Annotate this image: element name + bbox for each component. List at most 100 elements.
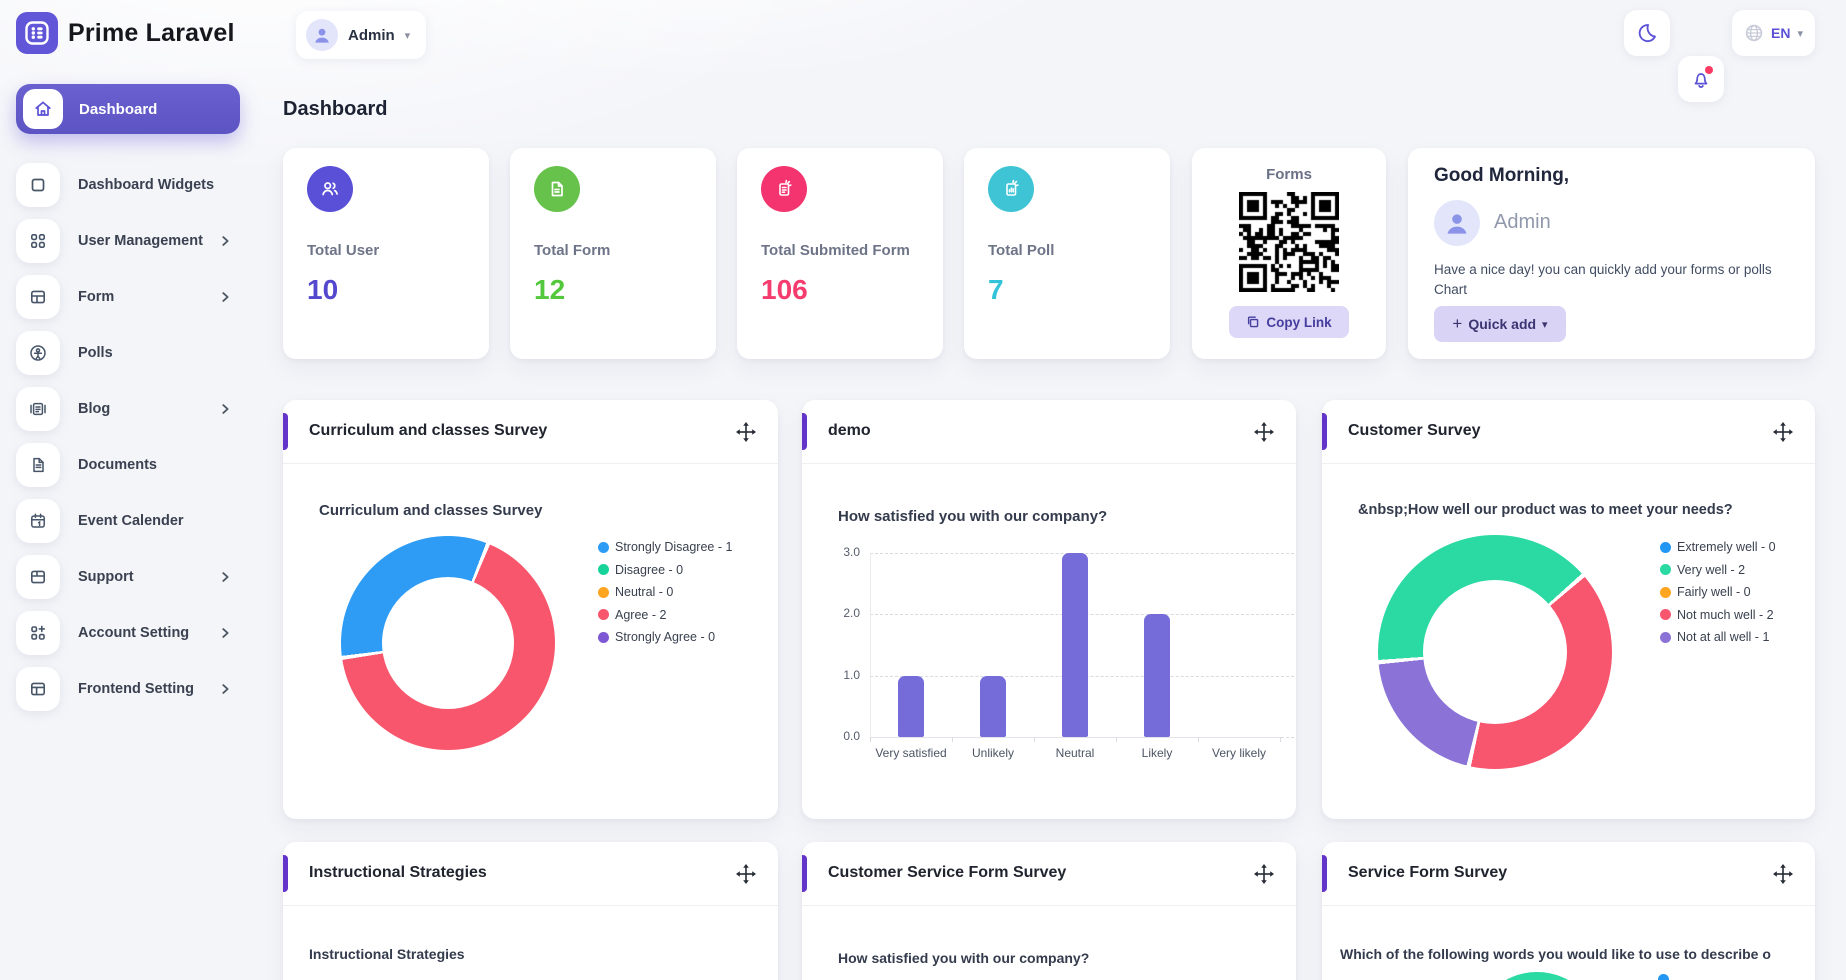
quick-add-label: Quick add — [1468, 316, 1536, 332]
legend-dot — [1660, 609, 1671, 620]
legend-dot — [598, 632, 609, 643]
copy-link-button[interactable]: Copy Link — [1229, 306, 1349, 338]
legend-item[interactable]: Not much well - 2 — [1660, 608, 1774, 622]
divider — [283, 905, 778, 906]
widget-icon — [16, 163, 60, 207]
sidebar-item-dashboard[interactable]: Dashboard — [16, 84, 240, 134]
greeting-card: Good Morning, Admin Have a nice day! you… — [1408, 148, 1815, 359]
chevron-down-icon: ▾ — [405, 29, 411, 42]
quick-add-button[interactable]: + Quick add ▾ — [1434, 306, 1566, 342]
sidebar-item-form[interactable]: Form — [16, 275, 240, 319]
bar-neutral — [1062, 553, 1088, 737]
doughnut-chart — [1378, 535, 1612, 769]
legend-dot — [1660, 587, 1671, 598]
sidebar-item-label: Event Calender — [78, 513, 184, 529]
divider — [802, 905, 1296, 906]
legend-dot — [598, 609, 609, 620]
legend-label: Disagree - 0 — [615, 563, 683, 577]
x-axis-tick — [1198, 737, 1199, 742]
notifications-button[interactable] — [1678, 56, 1724, 102]
move-handle-icon[interactable] — [736, 864, 756, 884]
move-handle-icon[interactable] — [736, 422, 756, 442]
legend-label: Strongly Agree - 0 — [615, 630, 715, 644]
move-handle-icon[interactable] — [1254, 864, 1274, 884]
sidebar-item-dashboard-widgets[interactable]: Dashboard Widgets — [16, 163, 240, 207]
greeting-title: Good Morning, — [1434, 165, 1569, 187]
sidebar-item-blog[interactable]: Blog — [16, 387, 240, 431]
users-grid-icon — [16, 219, 60, 263]
doughnut-chart — [341, 536, 555, 750]
legend-item[interactable]: Agree - 2 — [598, 608, 666, 622]
globe-icon — [1744, 23, 1764, 43]
x-axis-tick-label: Very satisfied — [866, 746, 956, 760]
x-axis-tick — [1280, 737, 1281, 742]
legend-item[interactable]: Neutral - 0 — [598, 585, 673, 599]
divider — [1322, 463, 1815, 464]
legend-item[interactable]: Strongly Agree - 0 — [598, 630, 715, 644]
x-axis-tick-label: Neutral — [1030, 746, 1120, 760]
legend-dot — [1660, 542, 1671, 553]
chevron-right-icon — [218, 682, 232, 696]
y-axis-tick-label: 2.0 — [826, 606, 860, 620]
greeting-message: Have a nice day! you can quickly add you… — [1434, 260, 1790, 299]
sidebar-item-documents[interactable]: Documents — [16, 443, 240, 487]
card-accent-bar — [1322, 855, 1327, 892]
documents-icon — [16, 443, 60, 487]
users-icon — [307, 166, 353, 212]
y-axis — [870, 553, 871, 737]
legend-item[interactable]: Very well - 2 — [1660, 563, 1745, 577]
user-menu[interactable]: Admin ▾ — [296, 11, 426, 59]
sidebar-item-label: Polls — [78, 345, 113, 361]
chevron-right-icon — [218, 570, 232, 584]
sidebar-item-label: Frontend Setting — [78, 681, 194, 697]
home-icon — [23, 89, 63, 129]
sidebar-item-label: Support — [78, 569, 134, 585]
widget-customer-survey: Customer Survey &nbsp;How well our produ… — [1322, 400, 1815, 819]
sidebar-item-polls[interactable]: Polls — [16, 331, 240, 375]
dashboard-page: Prime Laravel Admin ▾ EN ▾ — [0, 0, 1846, 980]
card-accent-bar — [283, 413, 288, 450]
polls-icon — [16, 331, 60, 375]
legend-item[interactable]: Not at all well - 1 — [1660, 630, 1769, 644]
bar-very-satisfied — [898, 676, 924, 737]
sidebar-item-event-calender[interactable]: Event Calender — [16, 499, 240, 543]
page-title: Dashboard — [283, 98, 387, 121]
widget-title: Instructional Strategies — [309, 864, 487, 882]
chevron-down-icon: ▾ — [1542, 318, 1548, 331]
chevron-right-icon — [218, 626, 232, 640]
move-handle-icon[interactable] — [1773, 422, 1793, 442]
sidebar-item-account-setting[interactable]: Account Setting — [16, 611, 240, 655]
form-doc-icon — [534, 166, 580, 212]
move-handle-icon[interactable] — [1773, 864, 1793, 884]
sidebar-item-support[interactable]: Support — [16, 555, 240, 599]
brand: Prime Laravel — [16, 12, 235, 54]
legend-label: Agree - 2 — [615, 608, 666, 622]
user-avatar — [306, 19, 338, 51]
legend-item[interactable]: Disagree - 0 — [598, 563, 683, 577]
brand-name: Prime Laravel — [68, 19, 235, 48]
card-accent-bar — [802, 855, 807, 892]
y-axis-tick-label: 3.0 — [826, 545, 860, 559]
x-axis-tick-label: Likely — [1112, 746, 1202, 760]
sidebar-item-frontend-setting[interactable]: Frontend Setting — [16, 667, 240, 711]
dark-mode-toggle[interactable] — [1624, 10, 1670, 56]
chevron-right-icon — [218, 402, 232, 416]
chart-title: Curriculum and classes Survey — [319, 502, 542, 519]
legend-item[interactable]: Fairly well - 0 — [1660, 585, 1751, 599]
x-axis-tick-label: Unlikely — [948, 746, 1038, 760]
stat-card-total-submited-form: Total Submited Form 106 — [737, 148, 943, 359]
y-axis-tick-label: 1.0 — [826, 668, 860, 682]
y-axis-tick-label: 0.0 — [826, 729, 860, 743]
legend-item[interactable]: Strongly Disagree - 1 — [598, 540, 732, 554]
x-axis — [870, 737, 1280, 738]
chevron-right-icon — [218, 290, 232, 304]
bar-likely — [1144, 614, 1170, 737]
legend-item[interactable]: Extremely well - 0 — [1660, 540, 1776, 554]
legend-label: Neutral - 0 — [615, 585, 673, 599]
stat-value: 7 — [988, 274, 1004, 306]
language-selector[interactable]: EN ▾ — [1732, 10, 1815, 56]
legend-dot-peek — [1658, 974, 1669, 980]
sidebar-item-user-management[interactable]: User Management — [16, 219, 240, 263]
bar-unlikely — [980, 676, 1006, 737]
divider — [1322, 905, 1815, 906]
